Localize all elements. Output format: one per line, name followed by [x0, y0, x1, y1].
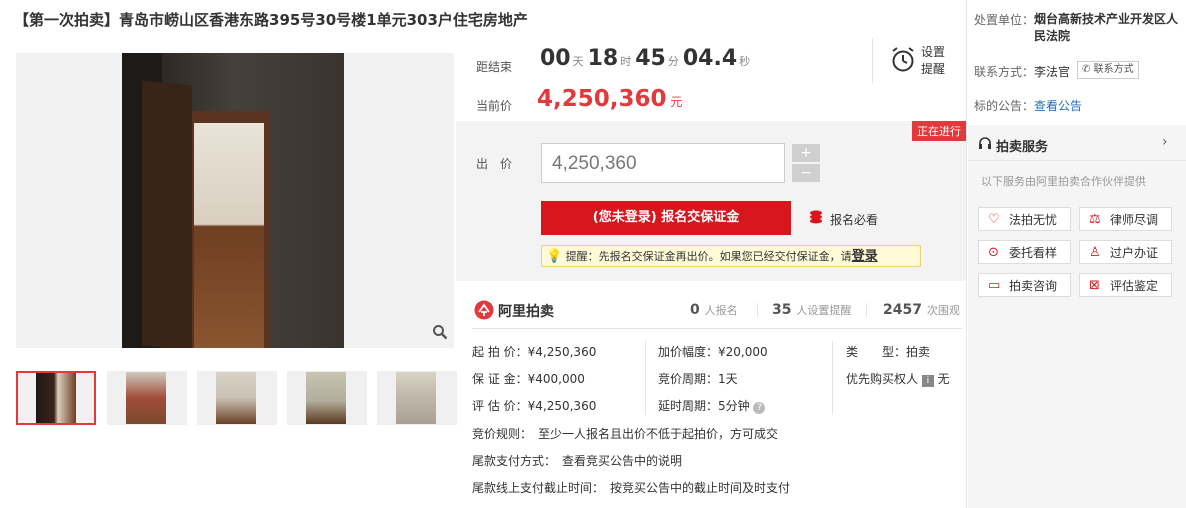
headset-icon — [978, 136, 992, 150]
bid-increment: 加价幅度：¥20,000 — [658, 345, 768, 359]
help-icon[interactable]: ? — [753, 402, 766, 414]
current-price-label: 当前价 — [476, 99, 513, 113]
bid-panel: 正在进行 出 价 4,250,360 + − (您未登录) 报名交保证金 报名必… — [456, 121, 966, 281]
service-lawyer-check[interactable]: ⚖ 律师尽调 — [1079, 207, 1172, 231]
service-appraisal[interactable]: ⊠ 评估鉴定 — [1079, 273, 1172, 297]
alarm-clock-icon[interactable] — [890, 46, 916, 74]
divider — [872, 38, 873, 84]
countdown-label: 距结束 — [476, 60, 513, 74]
thumbnail-4[interactable] — [287, 371, 367, 425]
heart-icon: ♡ — [988, 212, 1000, 227]
main-photo[interactable] — [16, 53, 454, 348]
bid-rule: 竞价规则： 至少一人报名且出价不低于起拍价，方可成交 — [472, 427, 779, 441]
countdown-days: 00 — [540, 46, 571, 71]
thumbnail-1[interactable] — [16, 371, 96, 425]
set-reminder-button[interactable]: 设置 提醒 — [921, 44, 945, 78]
signup-deposit-button[interactable]: (您未登录) 报名交保证金 — [541, 201, 791, 235]
brand-name: 阿里拍卖 — [498, 304, 554, 320]
property-image — [122, 53, 344, 348]
final-payment-method: 尾款支付方式： 查看竞买公告中的说明 — [472, 454, 683, 468]
service-viewing[interactable]: ⊙ 委托看样 — [978, 240, 1071, 264]
coins-icon — [808, 209, 824, 225]
service-legal-worry-free[interactable]: ♡ 法拍无忧 — [978, 207, 1071, 231]
bid-label: 出 价 — [476, 157, 513, 171]
service-consult[interactable]: ▭ 拍卖咨询 — [978, 273, 1071, 297]
page-title: 【第一次拍卖】青岛市崂山区香港东路395号30号楼1单元303户住宅房地产 — [14, 11, 528, 29]
countdown-hours: 18 — [587, 46, 619, 71]
contact-label: 联系方式： — [974, 65, 1035, 79]
location-pin-icon: ⊙ — [988, 245, 999, 260]
priority-buyer: 优先购买权人 i 无 — [846, 372, 950, 387]
thumbnail-2[interactable] — [107, 371, 187, 425]
view-count: 2457 次围观 — [883, 302, 960, 318]
current-price: 4,250,360 元 — [537, 86, 683, 112]
must-read-link[interactable]: 报名必看 — [830, 211, 878, 228]
lawyer-icon: ⚖ — [1089, 212, 1101, 227]
payment-deadline: 尾款线上支付截止时间： 按竞买公告中的截止时间及时支付 — [472, 481, 791, 495]
contact-info-button[interactable]: ✆ 联系方式 — [1077, 61, 1139, 79]
person-icon: ♙ — [1089, 245, 1101, 260]
delay-period: 延时周期：5分钟 ? — [658, 397, 766, 414]
thumbnail-3[interactable] — [197, 371, 277, 425]
notice-label: 标的公告： — [974, 99, 1035, 113]
phone-icon: ✆ — [1082, 64, 1091, 75]
deposit: 保 证 金：¥400,000 — [472, 372, 585, 386]
countdown: 00 天 18 时 45 分 04.4 秒 — [540, 46, 751, 71]
current-price-value: 4,250,360 — [537, 86, 667, 112]
chat-icon: ▭ — [988, 278, 1001, 293]
service-transfer[interactable]: ♙ 过户办证 — [1079, 240, 1172, 264]
lightbulb-icon: 💡 — [546, 249, 563, 264]
appraisal-icon: ⊠ — [1089, 278, 1100, 293]
bid-increase-button[interactable]: + — [792, 144, 820, 162]
service-subtitle: 以下服务由阿里拍卖合作伙伴提供 — [981, 175, 1146, 188]
view-notice-link[interactable]: 查看公告 — [1034, 97, 1082, 114]
contact-name: 李法官 — [1034, 65, 1071, 79]
countdown-minutes: 45 — [635, 46, 666, 71]
zoom-icon[interactable] — [430, 324, 450, 344]
bid-decrease-button[interactable]: − — [792, 164, 820, 182]
chevron-right-icon[interactable]: › — [1162, 134, 1168, 150]
login-tip: 💡 提醒：先报名交保证金再出价。如果您已经交付保证金，请登录 — [541, 245, 921, 267]
countdown-seconds: 04.4 — [682, 46, 738, 71]
status-badge: 正在进行 — [912, 121, 966, 141]
appraisal-price: 评 估 价：¥4,250,360 — [472, 399, 597, 413]
disposal-unit: 烟台高新技术产业开发区人 民法院 — [1034, 12, 1179, 43]
signup-count: 0 人报名 — [690, 302, 738, 318]
ali-auction-logo-icon — [474, 300, 494, 320]
disposal-unit-label: 处置单位： — [974, 13, 1035, 27]
bid-input[interactable]: 4,250,360 — [541, 143, 785, 183]
bid-cycle: 竞价周期：1天 — [658, 372, 738, 386]
login-link[interactable]: 登录 — [852, 249, 878, 264]
auction-type: 类 型：拍卖 — [846, 345, 931, 359]
service-title: 拍卖服务 — [996, 140, 1049, 155]
start-price: 起 拍 价：¥4,250,360 — [472, 345, 597, 359]
reminder-count: 35 人设置提醒 — [772, 302, 852, 318]
info-icon[interactable]: i — [921, 375, 934, 387]
thumbnail-5[interactable] — [377, 371, 457, 425]
